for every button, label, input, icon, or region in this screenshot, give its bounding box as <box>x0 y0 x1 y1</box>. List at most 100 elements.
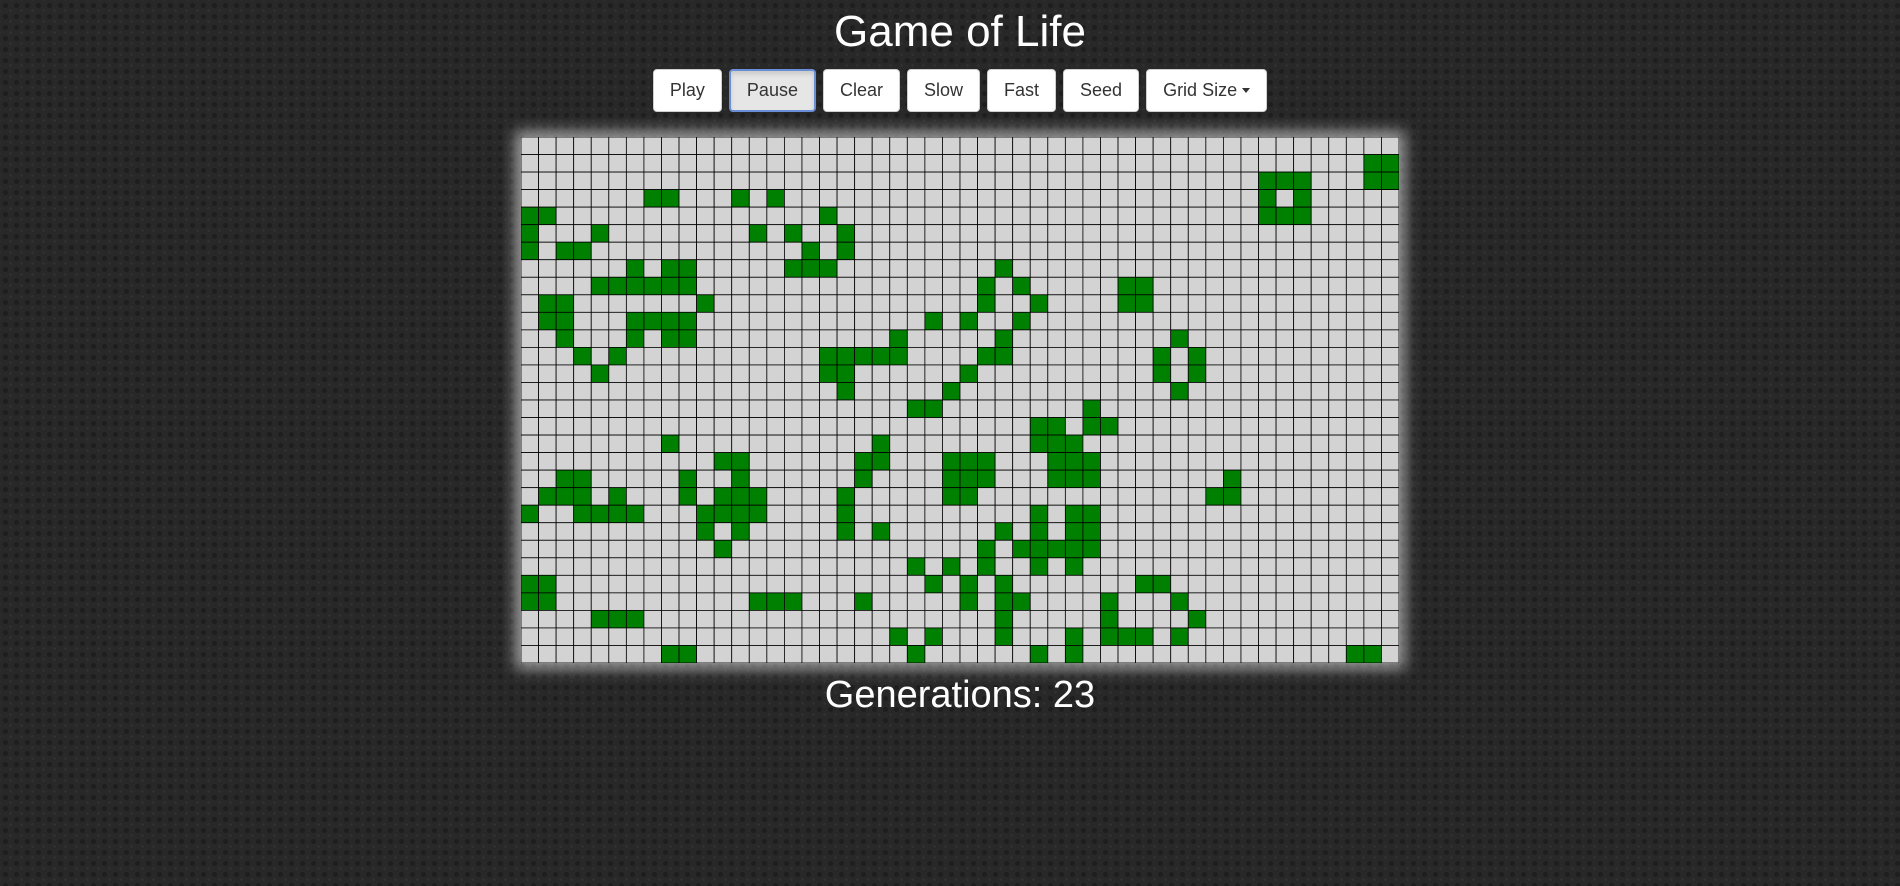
cell-dead[interactable] <box>731 417 750 436</box>
cell-dead[interactable] <box>801 154 820 173</box>
cell-dead[interactable] <box>819 417 838 436</box>
cell-dead[interactable] <box>661 137 680 155</box>
cell-dead[interactable] <box>1047 627 1066 646</box>
cell-alive[interactable] <box>678 645 697 663</box>
cell-dead[interactable] <box>871 645 891 663</box>
cell-dead[interactable] <box>608 452 627 471</box>
cell-dead[interactable] <box>1223 189 1242 208</box>
cell-dead[interactable] <box>871 171 891 191</box>
cell-dead[interactable] <box>819 645 838 663</box>
cell-dead[interactable] <box>1187 189 1207 208</box>
cell-dead[interactable] <box>1187 171 1207 191</box>
cell-dead[interactable] <box>1345 609 1365 629</box>
cell-dead[interactable] <box>1310 346 1330 366</box>
cell-dead[interactable] <box>731 574 750 594</box>
cell-dead[interactable] <box>538 434 557 454</box>
cell-alive[interactable] <box>573 469 592 489</box>
cell-dead[interactable] <box>1328 154 1347 173</box>
grid-size-dropdown[interactable]: Grid Size <box>1146 69 1268 112</box>
cell-dead[interactable] <box>977 609 996 629</box>
cell-dead[interactable] <box>854 259 873 278</box>
cell-dead[interactable] <box>1064 171 1084 191</box>
cell-dead[interactable] <box>1223 627 1242 646</box>
cell-alive[interactable] <box>1100 609 1119 629</box>
cell-dead[interactable] <box>625 206 645 226</box>
cell-dead[interactable] <box>819 399 838 418</box>
cell-dead[interactable] <box>1240 382 1259 401</box>
cell-dead[interactable] <box>1240 434 1259 454</box>
cell-dead[interactable] <box>959 294 978 313</box>
cell-dead[interactable] <box>1223 206 1242 226</box>
cell-dead[interactable] <box>924 557 943 576</box>
cell-dead[interactable] <box>696 469 715 489</box>
cell-dead[interactable] <box>994 539 1014 559</box>
cell-dead[interactable] <box>1205 276 1224 296</box>
cell-dead[interactable] <box>854 364 873 383</box>
cell-dead[interactable] <box>1047 592 1066 611</box>
cell-dead[interactable] <box>678 189 697 208</box>
cell-dead[interactable] <box>1310 259 1330 278</box>
cell-dead[interactable] <box>1064 259 1084 278</box>
cell-dead[interactable] <box>1029 276 1049 296</box>
cell-alive[interactable] <box>555 487 575 506</box>
cell-dead[interactable] <box>608 189 627 208</box>
cell-dead[interactable] <box>819 329 838 348</box>
cell-dead[interactable] <box>1205 311 1224 331</box>
cell-dead[interactable] <box>1328 329 1347 348</box>
cell-dead[interactable] <box>1310 171 1330 191</box>
cell-dead[interactable] <box>819 487 838 506</box>
cell-dead[interactable] <box>766 609 785 629</box>
cell-dead[interactable] <box>1152 417 1172 436</box>
cell-dead[interactable] <box>1205 504 1224 524</box>
cell-dead[interactable] <box>766 417 785 436</box>
cell-alive[interactable] <box>661 329 680 348</box>
cell-dead[interactable] <box>889 592 908 611</box>
cell-dead[interactable] <box>521 276 539 296</box>
cell-dead[interactable] <box>625 574 645 594</box>
cell-dead[interactable] <box>678 557 697 576</box>
cell-dead[interactable] <box>1258 539 1277 559</box>
cell-alive[interactable] <box>590 364 610 383</box>
cell-alive[interactable] <box>1223 469 1242 489</box>
cell-dead[interactable] <box>1135 504 1154 524</box>
cell-dead[interactable] <box>521 154 539 173</box>
cell-dead[interactable] <box>696 399 715 418</box>
cell-dead[interactable] <box>1223 434 1242 454</box>
cell-dead[interactable] <box>1328 259 1347 278</box>
cell-dead[interactable] <box>1117 452 1136 471</box>
cell-dead[interactable] <box>819 574 838 594</box>
cell-alive[interactable] <box>1082 504 1101 524</box>
cell-alive[interactable] <box>731 504 750 524</box>
cell-dead[interactable] <box>538 329 557 348</box>
cell-dead[interactable] <box>1187 487 1207 506</box>
cell-dead[interactable] <box>1258 294 1277 313</box>
cell-dead[interactable] <box>643 574 662 594</box>
cell-dead[interactable] <box>889 504 908 524</box>
cell-dead[interactable] <box>1152 469 1172 489</box>
cell-dead[interactable] <box>1310 399 1330 418</box>
cell-dead[interactable] <box>1258 574 1277 594</box>
cell-dead[interactable] <box>643 399 662 418</box>
cell-dead[interactable] <box>1152 311 1172 331</box>
cell-dead[interactable] <box>994 382 1014 401</box>
cell-dead[interactable] <box>678 434 697 454</box>
cell-dead[interactable] <box>1117 487 1136 506</box>
cell-dead[interactable] <box>1345 452 1365 471</box>
cell-alive[interactable] <box>854 592 873 611</box>
cell-dead[interactable] <box>748 206 768 226</box>
cell-dead[interactable] <box>661 224 680 243</box>
cell-dead[interactable] <box>1275 434 1295 454</box>
cell-dead[interactable] <box>608 522 627 541</box>
cell-dead[interactable] <box>942 399 961 418</box>
cell-alive[interactable] <box>1258 171 1277 191</box>
cell-dead[interactable] <box>906 294 926 313</box>
cell-dead[interactable] <box>1100 329 1119 348</box>
cell-dead[interactable] <box>906 417 926 436</box>
cell-dead[interactable] <box>713 417 733 436</box>
cell-dead[interactable] <box>661 399 680 418</box>
cell-dead[interactable] <box>924 241 943 261</box>
cell-dead[interactable] <box>1117 645 1136 663</box>
cell-dead[interactable] <box>889 154 908 173</box>
cell-dead[interactable] <box>1012 557 1031 576</box>
cell-dead[interactable] <box>1152 294 1172 313</box>
